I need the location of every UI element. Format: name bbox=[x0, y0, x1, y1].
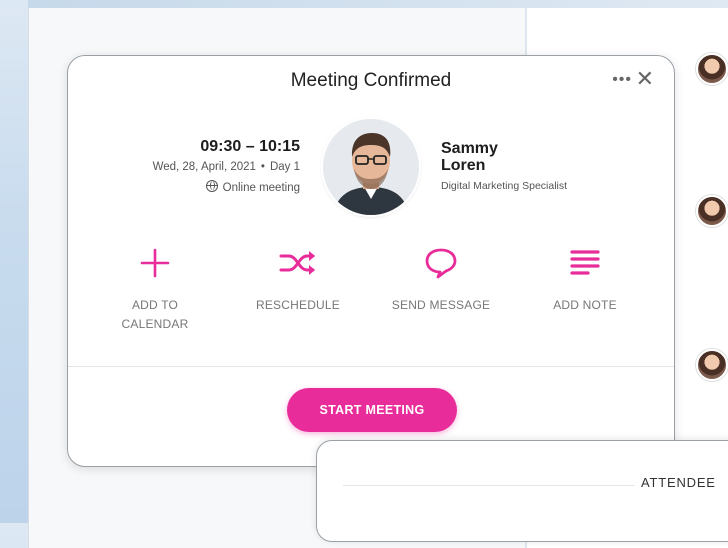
person-role: Digital Marketing Specialist bbox=[441, 180, 568, 192]
speech-bubble-icon[interactable] bbox=[381, 246, 501, 280]
add-note-action[interactable]: ADD NOTE bbox=[525, 246, 645, 315]
shuffle-icon[interactable] bbox=[238, 246, 358, 280]
close-icon[interactable]: ✕ bbox=[636, 66, 654, 92]
plus-icon[interactable] bbox=[95, 246, 215, 280]
person-portrait-icon bbox=[323, 119, 419, 215]
more-options-icon[interactable]: ••• bbox=[612, 71, 632, 89]
attendees-divider bbox=[343, 485, 635, 486]
attendees-title: ATTENDEE bbox=[641, 475, 716, 490]
meeting-type-row: Online meeting bbox=[148, 180, 300, 194]
reschedule-action[interactable]: RESCHEDULE bbox=[238, 246, 358, 315]
action-label-line: SEND MESSAGE bbox=[391, 298, 491, 312]
add-to-calendar-label[interactable]: ADD TO CALENDAR bbox=[95, 296, 215, 334]
globe-icon bbox=[205, 180, 218, 192]
attendee-avatar[interactable] bbox=[696, 195, 728, 227]
meeting-day: Day 1 bbox=[269, 161, 300, 173]
add-to-calendar-action[interactable]: ADD TO CALENDAR bbox=[95, 246, 215, 334]
separator-dot: • bbox=[260, 161, 265, 173]
send-message-label[interactable]: SEND MESSAGE bbox=[381, 296, 501, 315]
person-name: Sammy Loren bbox=[441, 140, 498, 174]
person-last-name: Loren bbox=[441, 157, 486, 174]
action-label-line: ADD TO bbox=[131, 298, 179, 312]
meeting-type: Online meeting bbox=[222, 182, 300, 194]
start-meeting-button[interactable]: START MEETING bbox=[287, 388, 457, 432]
meeting-date: Wed, 28, April, 2021 bbox=[152, 161, 256, 173]
person-first-name: Sammy bbox=[441, 140, 498, 157]
reschedule-label[interactable]: RESCHEDULE bbox=[238, 296, 358, 315]
meeting-date-row: Wed, 28, April, 2021 • Day 1 bbox=[116, 161, 300, 173]
action-label-line: RESCHEDULE bbox=[255, 298, 341, 312]
meeting-confirmed-card: Meeting Confirmed ••• ✕ 09:30 – 10:15 We… bbox=[67, 55, 675, 467]
send-message-action[interactable]: SEND MESSAGE bbox=[381, 246, 501, 315]
action-label-line: ADD NOTE bbox=[553, 298, 617, 312]
attendees-panel: ATTENDEE bbox=[316, 440, 728, 542]
avatar bbox=[323, 119, 419, 215]
attendee-avatar[interactable] bbox=[696, 349, 728, 381]
action-label-line: CALENDAR bbox=[121, 317, 189, 331]
card-divider bbox=[68, 366, 674, 367]
add-note-label[interactable]: ADD NOTE bbox=[525, 296, 645, 315]
meeting-time: 09:30 – 10:15 bbox=[200, 138, 300, 155]
card-title: Meeting Confirmed bbox=[290, 70, 452, 91]
attendee-avatar[interactable] bbox=[696, 53, 728, 85]
note-lines-icon[interactable] bbox=[525, 246, 645, 280]
